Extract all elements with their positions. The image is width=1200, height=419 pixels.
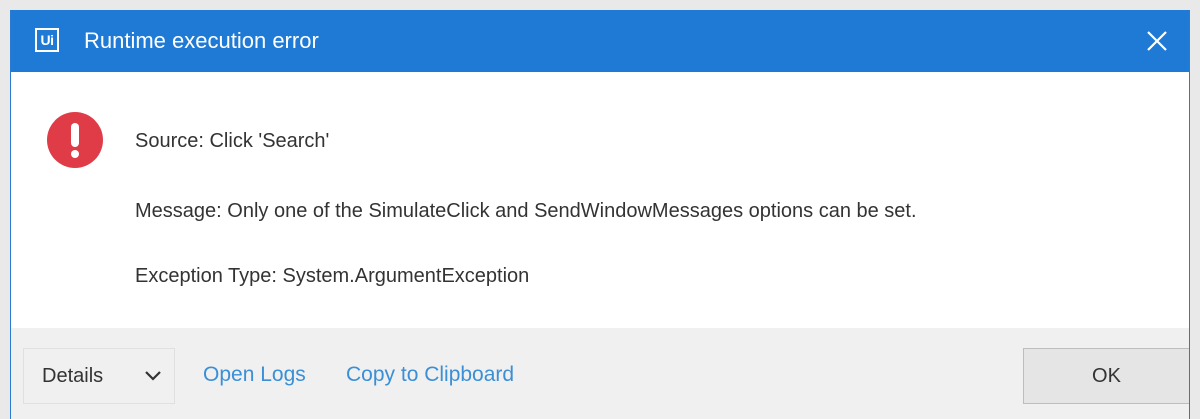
details-button[interactable]: Details	[23, 348, 175, 404]
error-icon	[47, 112, 103, 168]
details-label: Details	[42, 365, 104, 387]
error-dialog: Ui Runtime execution error Source: Click…	[10, 10, 1190, 419]
error-icon-dot	[71, 150, 79, 158]
title-bar: Ui Runtime execution error	[11, 10, 1189, 72]
window-title: Runtime execution error	[84, 28, 319, 53]
close-icon	[1147, 31, 1167, 51]
app-logo: Ui	[35, 28, 59, 52]
copy-to-clipboard-link[interactable]: Copy to Clipboard	[346, 361, 514, 389]
exception-type: Exception Type: System.ArgumentException	[135, 265, 530, 287]
close-button[interactable]	[1137, 21, 1177, 61]
error-icon-bar	[71, 123, 79, 147]
open-logs-link[interactable]: Open Logs	[203, 361, 306, 389]
chevron-down-icon	[145, 371, 161, 381]
dialog-footer: Details Open Logs Copy to Clipboard OK	[11, 328, 1189, 419]
ok-button[interactable]: OK	[1023, 348, 1189, 404]
error-message: Message: Only one of the SimulateClick a…	[135, 200, 917, 222]
dialog-content: Source: Click 'Search' Message: Only one…	[11, 72, 1189, 338]
error-source: Source: Click 'Search'	[135, 130, 330, 152]
